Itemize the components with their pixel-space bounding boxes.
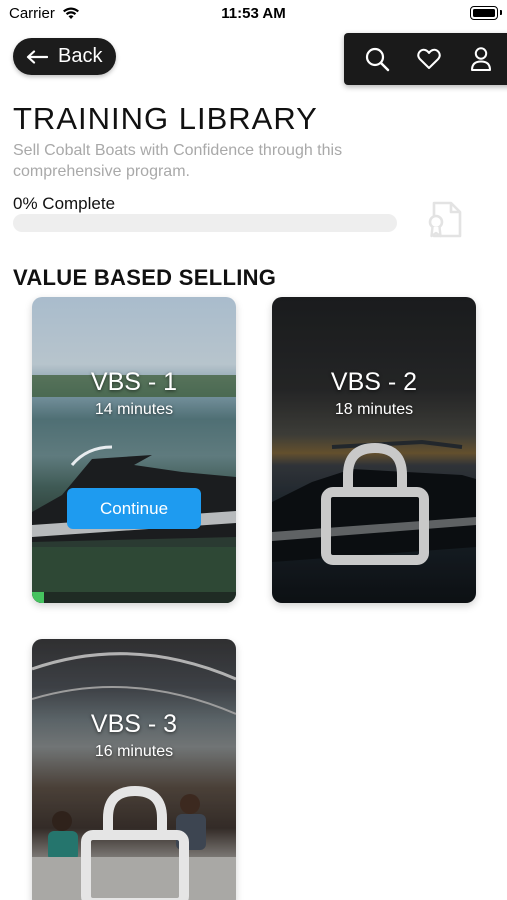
search-icon[interactable] [364, 46, 390, 72]
battery-icon [470, 6, 502, 20]
module-duration: 18 minutes [334, 401, 414, 418]
module-progress-bar [32, 592, 236, 603]
page-title: TRAINING LIBRARY [13, 101, 318, 136]
module-duration: 16 minutes [94, 743, 174, 760]
module-progress-fill [32, 592, 45, 603]
progress-bar [13, 214, 397, 232]
certificate-icon[interactable] [426, 200, 466, 245]
section-title: VALUE BASED SELLING [13, 265, 277, 290]
module-title: VBS - 3 [90, 710, 178, 738]
boat-photo [32, 375, 236, 603]
lock-icon [81, 785, 189, 900]
status-bar: Carrier 11:53 AM [0, 0, 507, 26]
top-action-bar [344, 33, 507, 85]
back-button[interactable]: Back [13, 38, 116, 75]
user-icon[interactable] [468, 46, 494, 72]
heart-icon[interactable] [416, 46, 442, 72]
module-duration: 14 minutes [94, 401, 174, 418]
progress-label: 0% Complete [13, 194, 116, 213]
module-card-vbs-1[interactable]: VBS - 1 14 minutes Continue [32, 297, 236, 603]
page-subtitle: Sell Cobalt Boats with Confidence throug… [13, 142, 343, 180]
module-title: VBS - 1 [90, 368, 178, 396]
clock: 11:53 AM [221, 5, 286, 22]
back-label: Back [58, 45, 103, 67]
continue-button[interactable]: Continue [67, 488, 201, 529]
module-card-vbs-3[interactable]: VBS - 3 16 minutes [32, 639, 236, 900]
lock-icon [321, 442, 429, 565]
arrow-left-icon [26, 49, 48, 64]
module-title: VBS - 2 [330, 368, 418, 396]
module-card-vbs-2[interactable]: VBS - 2 18 minutes [272, 297, 476, 603]
